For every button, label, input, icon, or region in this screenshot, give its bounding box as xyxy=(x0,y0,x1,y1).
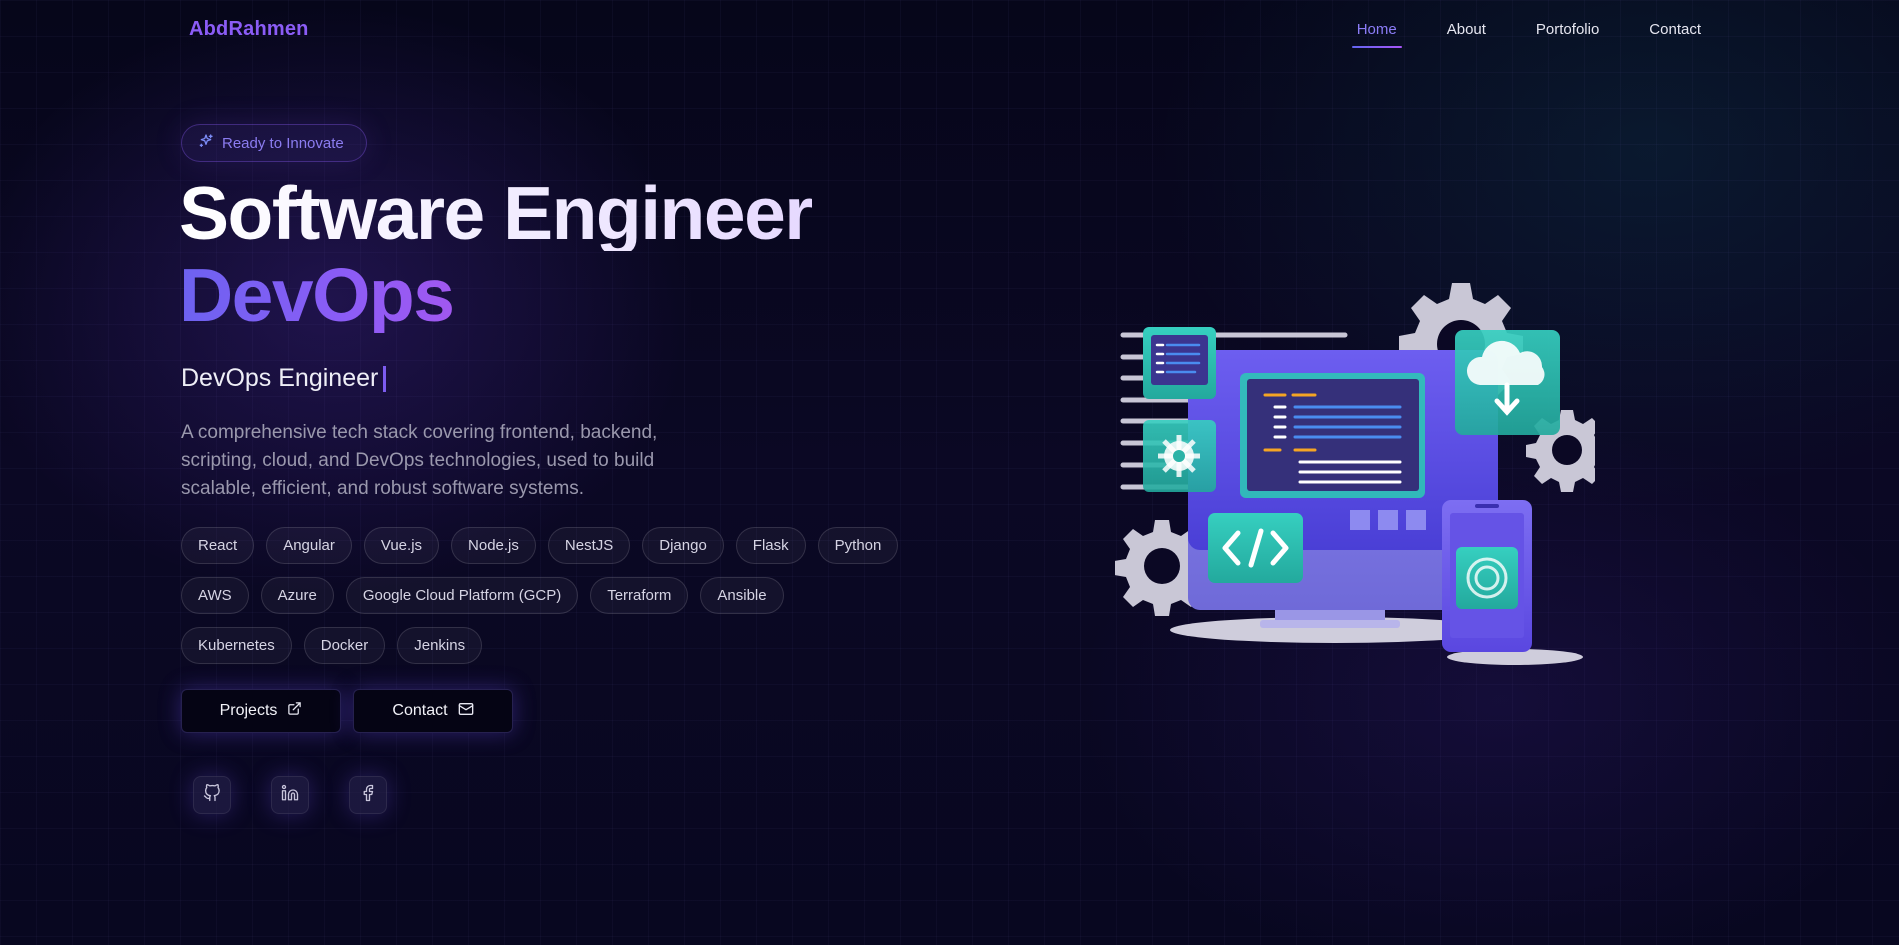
nav-links: Home About Portofolio Contact xyxy=(1351,19,1706,48)
hero-description: A comprehensive tech stack covering fron… xyxy=(181,422,658,499)
tag-nodejs: Node.js xyxy=(451,527,536,564)
tag-azure: Azure xyxy=(260,577,334,614)
social-links xyxy=(193,776,387,814)
tag-jenkins: Jenkins xyxy=(397,627,483,664)
ready-badge: Ready to Innovate xyxy=(181,124,367,162)
site-logo[interactable]: AbdRahmen xyxy=(189,18,309,41)
projects-button-label: Projects xyxy=(219,702,278,719)
tag-aws: AWS xyxy=(181,577,249,614)
tag-row: AWS Azure Google Cloud Platform (GCP) Te… xyxy=(181,577,941,614)
tag-row: Kubernetes Docker Jenkins xyxy=(181,627,941,664)
contact-button-label: Contact xyxy=(392,702,448,719)
badge-label: Ready to Innovate xyxy=(222,134,344,152)
nav-link-about[interactable]: About xyxy=(1442,19,1491,40)
tag-vuejs: Vue.js xyxy=(363,527,440,564)
computer-gears-illustration xyxy=(1114,283,1608,665)
devops-illustration xyxy=(1114,275,1608,675)
linkedin-icon xyxy=(281,784,299,806)
hero-actions: Projects Contact xyxy=(181,689,513,733)
tag-kubernetes: Kubernetes xyxy=(181,627,292,664)
tag-row: React Angular Vue.js Node.js NestJS Djan… xyxy=(181,527,941,564)
tag-nestjs: NestJS xyxy=(547,527,631,564)
tag-python: Python xyxy=(817,527,899,564)
sparkle-icon xyxy=(198,133,214,153)
nav-link-home[interactable]: Home xyxy=(1351,19,1402,48)
role-text: DevOps Engineer xyxy=(181,364,379,392)
tag-django: Django xyxy=(642,527,724,564)
tech-stack-tags: React Angular Vue.js Node.js NestJS Djan… xyxy=(181,527,941,677)
nav-link-portfolio[interactable]: Portofolio xyxy=(1531,19,1604,40)
tag-ansible: Ansible xyxy=(700,577,784,614)
tag-docker: Docker xyxy=(303,627,386,664)
tag-angular: Angular xyxy=(266,527,352,564)
nav-link-contact[interactable]: Contact xyxy=(1644,19,1706,40)
typing-cursor xyxy=(383,365,387,392)
external-link-icon xyxy=(287,701,302,721)
tag-terraform: Terraform xyxy=(590,577,689,614)
linkedin-link[interactable] xyxy=(271,776,309,814)
tag-flask: Flask xyxy=(735,527,806,564)
tag-gcp: Google Cloud Platform (GCP) xyxy=(345,577,579,614)
contact-button[interactable]: Contact xyxy=(353,689,513,733)
github-icon xyxy=(203,784,221,806)
hero-title-line2: DevOps xyxy=(179,253,455,337)
page: AbdRahmen Home About Portofolio Contact … xyxy=(0,0,1899,945)
facebook-link[interactable] xyxy=(349,776,387,814)
facebook-icon xyxy=(359,784,377,806)
navbar: AbdRahmen Home About Portofolio Contact xyxy=(0,0,1899,60)
mail-icon xyxy=(458,701,474,722)
projects-button[interactable]: Projects xyxy=(181,689,341,733)
github-link[interactable] xyxy=(193,776,231,814)
typing-role: DevOps Engineer xyxy=(181,364,387,393)
hero-title-line1: Software Engineer xyxy=(179,171,813,255)
tag-react: React xyxy=(181,527,255,564)
